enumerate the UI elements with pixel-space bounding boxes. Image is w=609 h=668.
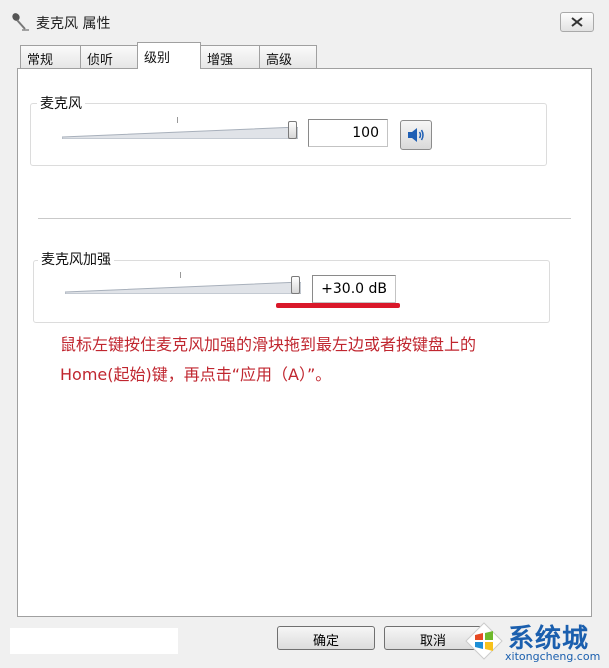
slider-track — [62, 127, 298, 139]
highlight-underline — [276, 303, 400, 308]
instruction-line-1: 鼠标左键按住麦克风加强的滑块拖到最左边或者按键盘上的 — [60, 335, 477, 354]
instruction-line-2: Home(起始)键，再点击“应用（A）”。 — [60, 365, 332, 384]
microphone-icon — [12, 13, 29, 31]
slider-tick — [177, 117, 178, 123]
boost-label: 麦克风加强 — [38, 249, 114, 269]
tab-listen[interactable]: 侦听 — [80, 45, 139, 68]
window-title: 麦克风 属性 — [36, 16, 111, 32]
tab-general[interactable]: 常规 — [20, 45, 81, 68]
blank-area — [10, 628, 178, 654]
microphone-level-input[interactable]: 100 — [308, 119, 388, 147]
mute-button[interactable] — [400, 120, 432, 150]
tab-advanced[interactable]: 高级 — [259, 45, 317, 68]
microphone-level-slider[interactable] — [62, 117, 298, 145]
title-bar: 麦克风 属性 — [0, 0, 609, 42]
close-button[interactable] — [560, 12, 594, 32]
slider-track — [65, 282, 301, 294]
instruction-annotation: 鼠标左键按住麦克风加强的滑块拖到最左边或者按键盘上的 Home(起始)键，再点击… — [60, 330, 590, 390]
levels-panel: 麦克风 100 麦克风加强 +30.0 dB 鼠标左键按住麦克风加强的滑块拖到最… — [17, 68, 592, 617]
slider-tick — [180, 272, 181, 278]
tab-levels[interactable]: 级别 — [137, 42, 201, 69]
close-icon — [571, 17, 583, 27]
slider-thumb[interactable] — [288, 121, 297, 139]
slider-thumb[interactable] — [291, 276, 300, 294]
microphone-label: 麦克风 — [37, 93, 85, 113]
boost-level-input[interactable]: +30.0 dB — [312, 275, 396, 303]
boost-level-slider[interactable] — [65, 272, 301, 300]
ok-button[interactable]: 确定 — [277, 626, 375, 650]
separator — [38, 218, 571, 219]
tab-enhancements[interactable]: 增强 — [200, 45, 260, 68]
watermark-url: xitongcheng.com — [505, 650, 601, 663]
speaker-icon — [408, 128, 424, 142]
